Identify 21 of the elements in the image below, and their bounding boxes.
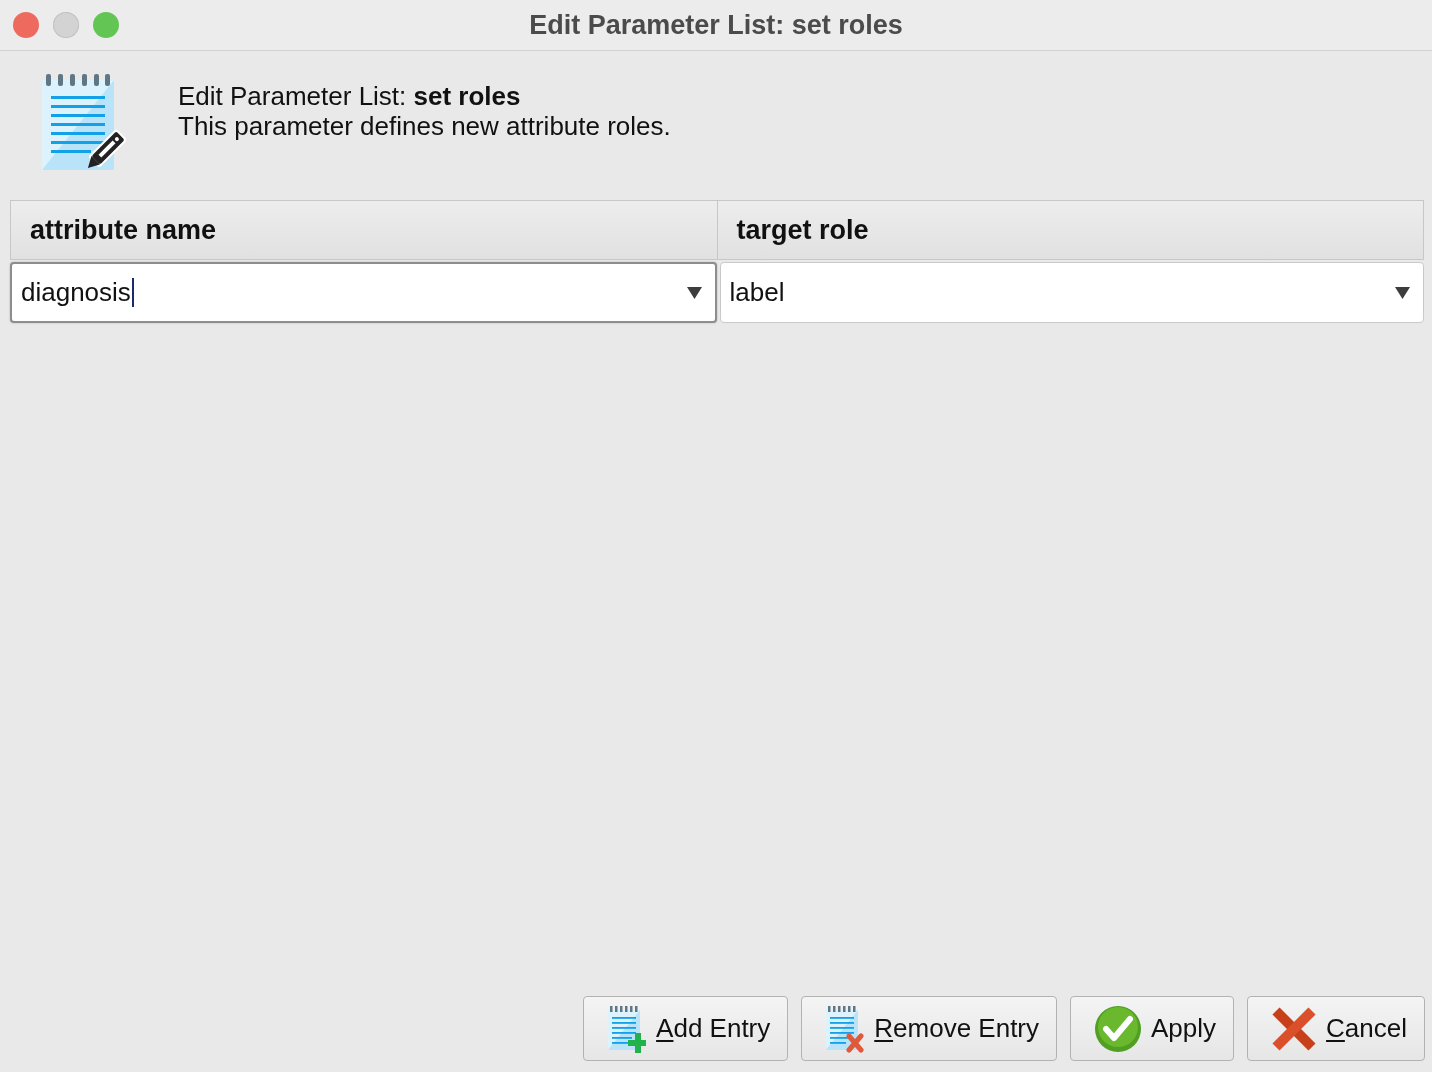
close-button[interactable] bbox=[13, 12, 39, 38]
column-header: attribute name bbox=[10, 200, 718, 260]
column-header: target role bbox=[717, 200, 1424, 260]
dialog-heading: Edit Parameter List: set roles bbox=[178, 81, 522, 111]
cross-icon bbox=[1272, 1006, 1317, 1051]
notepad-plus-icon bbox=[608, 1004, 647, 1053]
dropdown-arrow-icon[interactable] bbox=[1395, 286, 1410, 299]
dropdown-arrow-icon[interactable] bbox=[686, 286, 702, 299]
combo-box[interactable]: label bbox=[719, 262, 1424, 323]
add-button[interactable]: Add Entry bbox=[583, 996, 789, 1061]
dialog-description: This parameter defines new attribute roles. bbox=[178, 111, 671, 141]
window-title: Edit Parameter List: set roles bbox=[529, 8, 903, 42]
combo-box[interactable]: diagnosis bbox=[10, 262, 717, 323]
check-circle-icon bbox=[1095, 1005, 1141, 1052]
notepad-cross-icon bbox=[826, 1004, 865, 1053]
apply-button[interactable]: Apply bbox=[1070, 996, 1235, 1061]
notepad-pencil-icon bbox=[42, 72, 126, 170]
cancel-button[interactable]: Cancel bbox=[1247, 996, 1425, 1061]
zoom-button[interactable] bbox=[93, 12, 119, 38]
minimize-button[interactable] bbox=[53, 12, 79, 38]
remove-button[interactable]: Remove Entry bbox=[801, 996, 1057, 1061]
